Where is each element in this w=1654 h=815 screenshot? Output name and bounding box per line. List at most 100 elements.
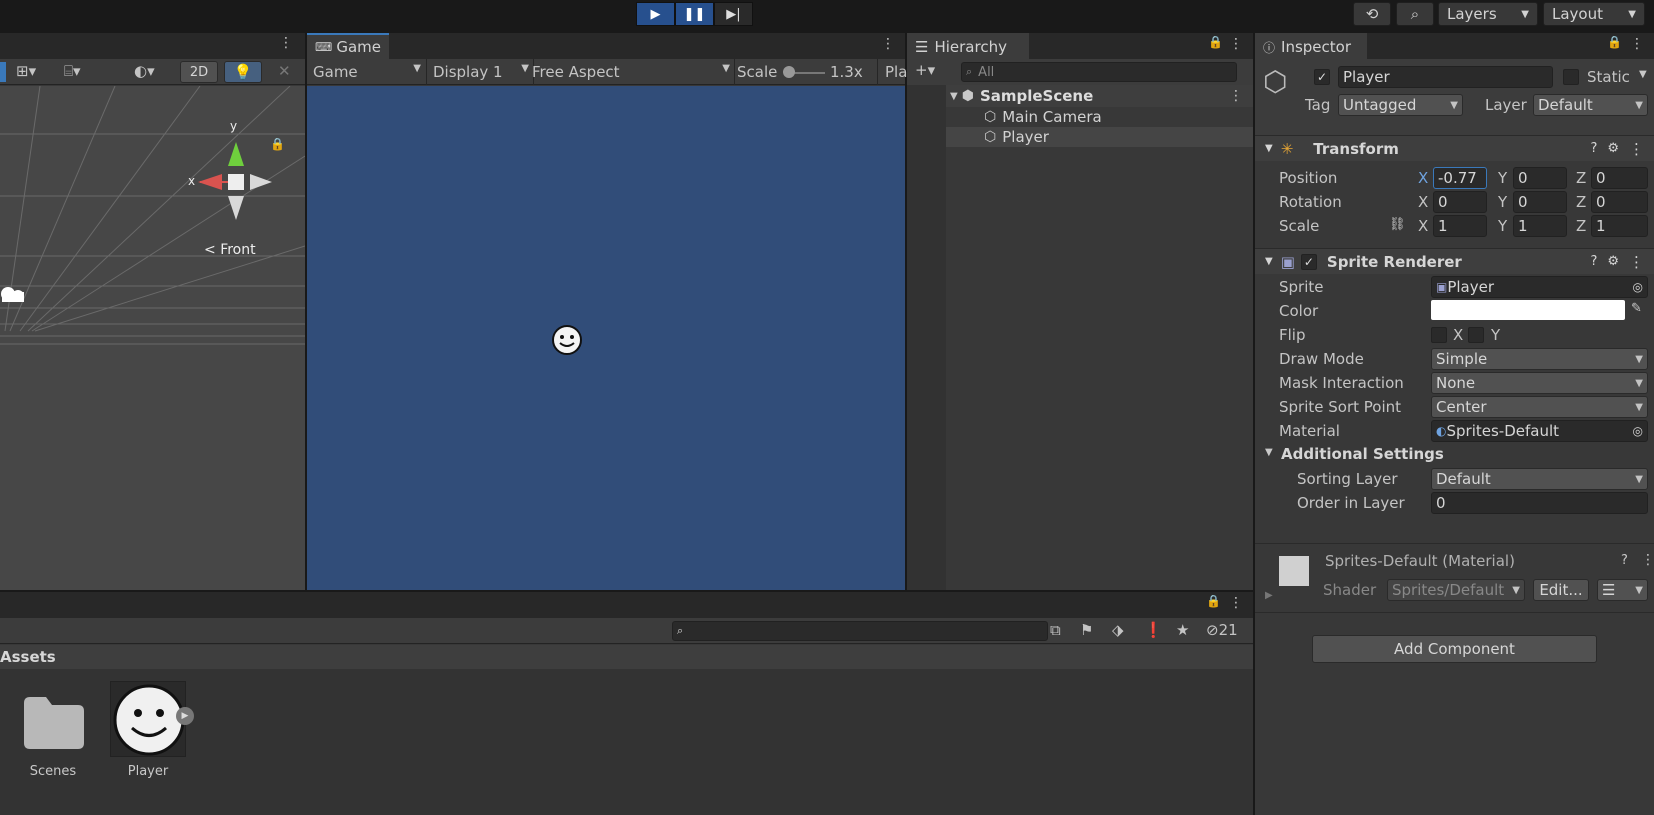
play-mode-dropdown[interactable]: Pla bbox=[885, 63, 907, 81]
layout-dropdown[interactable]: Layout ▼ bbox=[1543, 2, 1645, 26]
play-button[interactable]: ▶ bbox=[636, 2, 675, 26]
hierarchy-search-input[interactable]: ⌕ All bbox=[961, 62, 1237, 82]
help-icon[interactable]: ? bbox=[1590, 254, 1597, 269]
gizmo-x-label: x bbox=[188, 174, 196, 188]
lock-icon[interactable]: 🔒 bbox=[1607, 35, 1622, 49]
more-icon[interactable]: ⋮ bbox=[1229, 36, 1243, 52]
tab-hierarchy[interactable]: ☰ Hierarchy bbox=[907, 33, 1029, 59]
scale-y-field[interactable]: 1 bbox=[1513, 215, 1567, 237]
shader-dropdown[interactable]: Sprites/Default ▼ bbox=[1387, 579, 1525, 601]
shader-edit-button[interactable]: Edit... bbox=[1533, 579, 1589, 601]
rotation-x-field[interactable]: 0 bbox=[1433, 191, 1487, 213]
target-icon[interactable]: ◎ bbox=[1633, 280, 1643, 294]
pause-button[interactable]: ❚❚ bbox=[675, 2, 714, 26]
project-search-input[interactable]: ⌕ bbox=[672, 621, 1048, 641]
tab-game[interactable]: ⌨ Game bbox=[307, 33, 389, 59]
hierarchy-item[interactable]: ⬡ Main Camera bbox=[946, 107, 1253, 127]
more-icon[interactable]: ⋮ bbox=[1630, 36, 1644, 52]
view-mode-dropdown[interactable]: Game ▼ bbox=[313, 63, 421, 81]
sort-point-dropdown[interactable]: Center ▼ bbox=[1431, 396, 1648, 418]
object-name-field[interactable]: Player bbox=[1338, 66, 1553, 88]
tab-inspector[interactable]: ⓘ Inspector bbox=[1255, 33, 1367, 59]
scale-x-field[interactable]: 1 bbox=[1433, 215, 1487, 237]
shader-options-button[interactable]: ☰ ▼ bbox=[1597, 579, 1648, 601]
flip-x-checkbox[interactable] bbox=[1431, 327, 1447, 343]
step-button[interactable]: ▶| bbox=[714, 2, 753, 26]
sorting-layer-dropdown[interactable]: Default ▼ bbox=[1431, 468, 1648, 490]
more-icon[interactable]: ⋮ bbox=[1629, 140, 1644, 158]
target-icon[interactable]: ◎ bbox=[1633, 424, 1643, 438]
asset-item[interactable]: ▶ Player bbox=[106, 677, 194, 779]
scale-z-field[interactable]: 1 bbox=[1591, 215, 1648, 237]
breadcrumb-assets[interactable]: Assets bbox=[0, 648, 56, 666]
sprite-field[interactable]: ▣ Player ◎ bbox=[1431, 276, 1648, 298]
static-checkbox[interactable] bbox=[1563, 69, 1579, 85]
position-z-field[interactable]: 0 bbox=[1591, 167, 1648, 189]
add-object-button[interactable]: +▾ bbox=[915, 61, 935, 79]
flip-y-checkbox[interactable] bbox=[1468, 327, 1484, 343]
lock-icon[interactable]: 🔒 bbox=[270, 137, 285, 151]
star-icon[interactable]: ★ bbox=[1176, 621, 1189, 639]
tag-dropdown[interactable]: Untagged ▼ bbox=[1338, 94, 1463, 116]
link-icon[interactable]: ⛓ bbox=[1389, 217, 1406, 232]
draw-mode-dropdown[interactable]: Simple ▼ bbox=[1431, 348, 1648, 370]
project-panel: 🔒 ⋮ ⌕ ⧉ ⚑ ⬗ ❗ ★ ⊘21 Assets Scenes ▶ Play… bbox=[0, 592, 1253, 815]
more-icon[interactable]: ⋮ bbox=[1641, 552, 1654, 568]
rotation-z-field[interactable]: 0 bbox=[1591, 191, 1648, 213]
2d-toggle[interactable]: 2D bbox=[180, 61, 218, 83]
add-component-button[interactable]: Add Component bbox=[1312, 635, 1597, 663]
warning-icon[interactable]: ❗ bbox=[1144, 621, 1163, 639]
view-front-label[interactable]: < Front bbox=[204, 242, 256, 258]
position-x-field[interactable]: -0.77 bbox=[1433, 167, 1487, 189]
more-icon[interactable]: ⋮ bbox=[881, 36, 895, 52]
chevron-down-icon[interactable]: ▼ bbox=[1265, 447, 1273, 458]
filter-label-icon[interactable]: ⬗ bbox=[1112, 621, 1124, 639]
layers-dropdown[interactable]: Layers ▼ bbox=[1438, 2, 1538, 26]
position-y-field[interactable]: 0 bbox=[1513, 167, 1567, 189]
layer-dropdown[interactable]: Default ▼ bbox=[1533, 94, 1648, 116]
sprite-renderer-header[interactable]: ▼ ▣ ✓ Sprite Renderer ? ⚙ ⋮ bbox=[1255, 248, 1654, 274]
mask-interaction-dropdown[interactable]: None ▼ bbox=[1431, 372, 1648, 394]
hidden-packages-toggle[interactable]: ⊘21 bbox=[1206, 621, 1238, 639]
aspect-dropdown[interactable]: Free Aspect ▼ bbox=[532, 63, 730, 81]
shading-mode-icon[interactable]: ◐▾ bbox=[134, 62, 155, 80]
audio-mute-icon[interactable]: ✕ bbox=[278, 62, 291, 80]
active-checkbox[interactable]: ✓ bbox=[1314, 69, 1330, 85]
display-dropdown[interactable]: Display 1 ▼ bbox=[433, 63, 529, 81]
undo-history-button[interactable]: ⟲ bbox=[1353, 2, 1391, 26]
scene-viewport[interactable]: x y 🔒 < Front bbox=[0, 86, 305, 590]
scene-row[interactable]: ▼ ⬢ SampleScene ⋮ bbox=[946, 85, 1253, 107]
rotation-y-field[interactable]: 0 bbox=[1513, 191, 1567, 213]
help-icon[interactable]: ? bbox=[1621, 553, 1628, 568]
help-icon[interactable]: ? bbox=[1590, 141, 1597, 156]
additional-settings-foldout[interactable]: Additional Settings bbox=[1281, 445, 1444, 463]
order-in-layer-field[interactable]: 0 bbox=[1431, 492, 1648, 514]
more-icon[interactable]: ⋮ bbox=[279, 35, 293, 51]
grid-snap-icon[interactable]: ⊞▾ bbox=[16, 62, 36, 80]
chevron-down-icon[interactable]: ▼ bbox=[1639, 69, 1647, 80]
more-icon[interactable]: ⋮ bbox=[1229, 88, 1243, 104]
transform-header[interactable]: ▼ ✳ Transform ? ⚙ ⋮ bbox=[1255, 135, 1654, 161]
material-field[interactable]: ◐ Sprites-Default ◎ bbox=[1431, 420, 1648, 442]
hierarchy-item[interactable]: ⬡ Player bbox=[946, 127, 1253, 147]
eyedropper-icon[interactable]: ✎ bbox=[1631, 301, 1642, 316]
player-sprite bbox=[552, 325, 582, 355]
chevron-right-icon[interactable]: ▶ bbox=[1265, 590, 1273, 601]
scale-slider-handle[interactable] bbox=[783, 66, 795, 78]
asset-item[interactable]: Scenes bbox=[0, 677, 106, 779]
game-viewport[interactable] bbox=[307, 86, 905, 590]
lock-icon[interactable]: 🔒 bbox=[1206, 594, 1221, 608]
preset-icon[interactable]: ⚙ bbox=[1607, 141, 1619, 156]
preset-icon[interactable]: ⚙ bbox=[1607, 254, 1619, 269]
increment-snap-icon[interactable]: ⌸▾ bbox=[64, 62, 81, 80]
search-button[interactable]: ⌕ bbox=[1396, 2, 1434, 26]
filter-type-icon[interactable]: ⚑ bbox=[1080, 621, 1093, 639]
color-swatch[interactable] bbox=[1431, 300, 1625, 320]
expand-arrow-icon[interactable]: ▶ bbox=[176, 707, 194, 725]
more-icon[interactable]: ⋮ bbox=[1229, 595, 1243, 611]
lighting-toggle[interactable]: 💡 bbox=[224, 61, 262, 83]
more-icon[interactable]: ⋮ bbox=[1629, 253, 1644, 271]
search-expand-icon[interactable]: ⧉ bbox=[1050, 621, 1061, 639]
lock-icon[interactable]: 🔒 bbox=[1208, 35, 1223, 49]
sprite-renderer-enabled-checkbox[interactable]: ✓ bbox=[1300, 253, 1317, 270]
